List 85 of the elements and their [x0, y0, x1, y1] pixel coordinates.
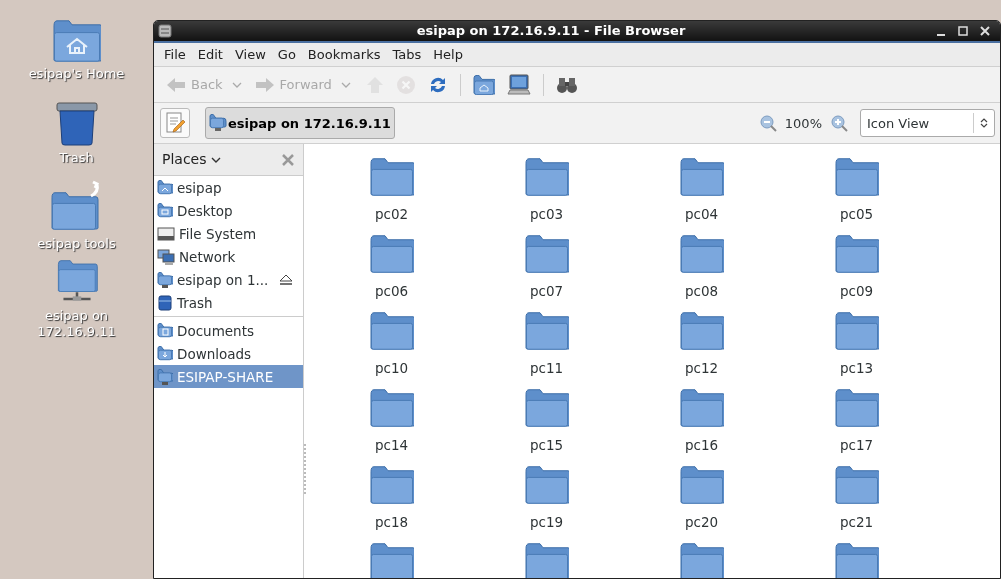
- folder-icon[interactable]: [679, 389, 724, 428]
- folder-label[interactable]: pc02: [374, 206, 409, 223]
- maximize-icon[interactable]: [957, 25, 969, 37]
- menu-item[interactable]: View: [228, 44, 272, 65]
- drive-icon: [157, 225, 175, 242]
- network-share-icon: [209, 114, 227, 133]
- network-share-icon: [157, 271, 173, 288]
- sidebar-item[interactable]: esipap: [154, 176, 303, 200]
- view-select[interactable]: Icon View: [860, 109, 995, 138]
- sidebar-item[interactable]: Documents: [154, 319, 303, 343]
- caret-icon: [210, 155, 221, 164]
- folder-label[interactable]: pc10: [374, 360, 409, 377]
- network-icon: [157, 248, 175, 265]
- edit-location-button[interactable]: [160, 108, 190, 139]
- sidebar-item[interactable]: Downloads: [154, 342, 303, 366]
- window-title: esipap on 172.16.9.11 - File Browser: [415, 22, 687, 41]
- left-arrow-icon: [166, 76, 186, 93]
- folder-icon[interactable]: [679, 543, 724, 578]
- downloads-folder-icon: [157, 345, 173, 362]
- notepad-pencil-icon: [165, 112, 185, 135]
- menu-item[interactable]: File: [158, 44, 192, 65]
- folder-label[interactable]: pc12: [684, 360, 719, 377]
- folder-icon[interactable]: [834, 312, 879, 351]
- folder-label[interactable]: pc17: [839, 437, 874, 454]
- folder-icon[interactable]: [369, 235, 414, 274]
- folder-icon[interactable]: [834, 466, 879, 505]
- folder-label[interactable]: pc14: [374, 437, 409, 454]
- folder-icon[interactable]: [679, 158, 724, 197]
- folder-icon[interactable]: [369, 466, 414, 505]
- zoom-level: 100%: [784, 114, 822, 133]
- folder-icon[interactable]: [524, 235, 569, 274]
- folder-label[interactable]: pc07: [529, 283, 564, 300]
- folder-label[interactable]: pc05: [839, 206, 874, 223]
- right-arrow-icon: [254, 76, 275, 93]
- folder-icon[interactable]: [524, 543, 569, 578]
- path-button[interactable]: esipap on 172.16.9.11: [205, 107, 395, 140]
- folder-icon[interactable]: [524, 158, 569, 197]
- menu-item[interactable]: Bookmarks: [301, 44, 387, 65]
- folder-label[interactable]: pc03: [529, 206, 564, 223]
- folder-label[interactable]: pc15: [529, 437, 564, 454]
- zoom-out-icon[interactable]: [758, 114, 777, 133]
- sidebar-item[interactable]: esipap on 1...: [154, 268, 303, 292]
- folder-icon[interactable]: [369, 389, 414, 428]
- sidebar-item[interactable]: Trash: [154, 291, 303, 315]
- menu-item[interactable]: Edit: [191, 44, 229, 65]
- folder-label[interactable]: pc08: [684, 283, 719, 300]
- folder-icon[interactable]: [679, 312, 724, 351]
- folder-icon[interactable]: [524, 312, 569, 351]
- folder-label[interactable]: pc04: [684, 206, 719, 223]
- folder-icon[interactable]: [834, 158, 879, 197]
- sidebar-item[interactable]: Network: [154, 245, 303, 269]
- folder-icon[interactable]: [679, 235, 724, 274]
- folder-icon[interactable]: [369, 158, 414, 197]
- folder-label[interactable]: pc13: [839, 360, 874, 377]
- folder-label[interactable]: pc09: [839, 283, 874, 300]
- menu-item[interactable]: Help: [427, 44, 469, 65]
- menu-item[interactable]: Tabs: [386, 44, 428, 65]
- folder-label[interactable]: pc16: [684, 437, 719, 454]
- up-down-caret-icon: [980, 117, 988, 130]
- binoculars-icon[interactable]: [555, 75, 578, 94]
- folder-label[interactable]: pc18: [374, 514, 409, 531]
- folder-icon[interactable]: [524, 389, 569, 428]
- folder-label[interactable]: pc11: [529, 360, 564, 377]
- folder-label[interactable]: pc19: [529, 514, 564, 531]
- desktop-folder-icon: [157, 202, 173, 219]
- folder-icon[interactable]: [834, 389, 879, 428]
- menu-item[interactable]: Go: [271, 44, 302, 65]
- folder-icon[interactable]: [369, 312, 414, 351]
- documents-folder-icon: [157, 322, 173, 339]
- folder-label[interactable]: pc20: [684, 514, 719, 531]
- sidebar-item[interactable]: Desktop: [154, 199, 303, 223]
- trash-can-icon: [157, 294, 173, 311]
- folder-icon[interactable]: [834, 235, 879, 274]
- zoom-in-icon[interactable]: [830, 114, 848, 133]
- eject-icon[interactable]: [279, 273, 293, 286]
- folder-label[interactable]: pc21: [839, 514, 874, 531]
- folder-icon[interactable]: [524, 466, 569, 505]
- sidebar-item[interactable]: File System: [154, 222, 303, 246]
- folder-icon[interactable]: [679, 466, 724, 505]
- window-menu-icon[interactable]: [158, 24, 172, 38]
- folder-icon[interactable]: [369, 543, 414, 578]
- computer-icon[interactable]: [506, 73, 531, 96]
- network-share-icon: [157, 368, 173, 385]
- folder-icon[interactable]: [834, 543, 879, 578]
- folder-label[interactable]: pc06: [374, 283, 409, 300]
